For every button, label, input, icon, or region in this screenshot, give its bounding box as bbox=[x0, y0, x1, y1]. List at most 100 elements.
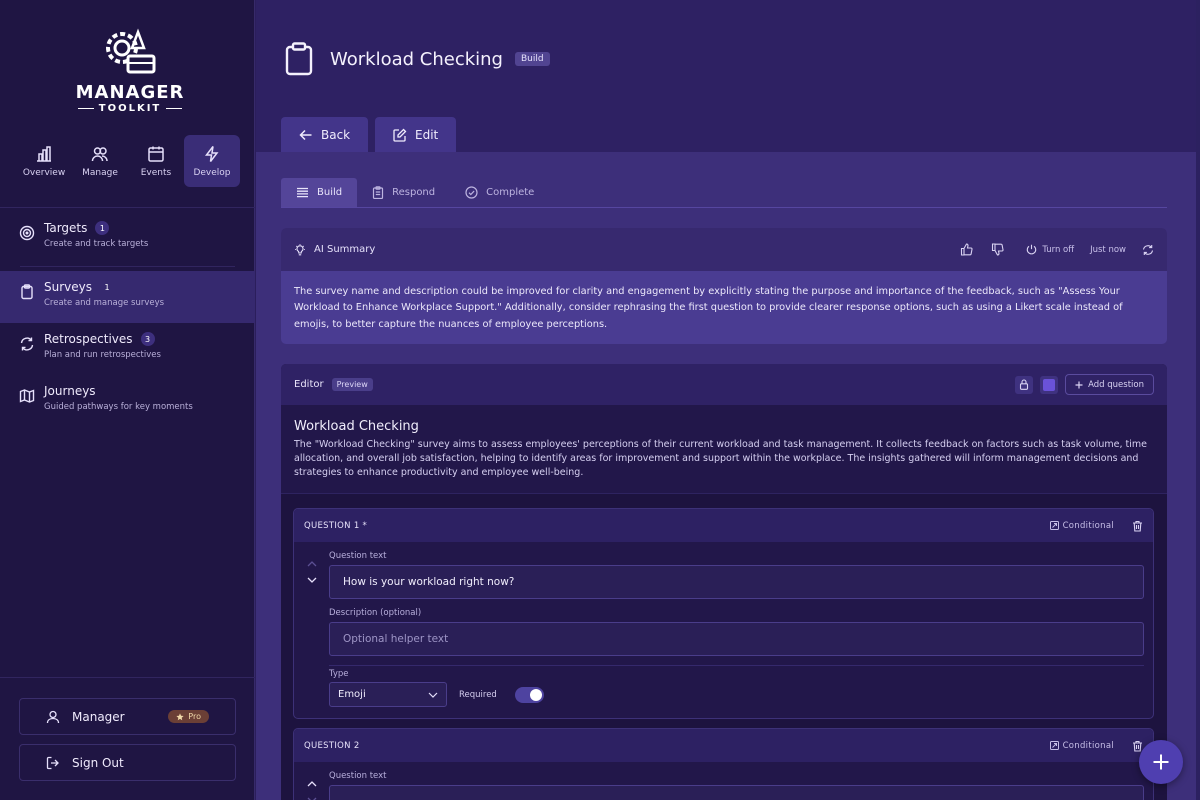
editor-header: Editor Preview Add question bbox=[281, 364, 1167, 405]
sign-out-button[interactable]: Sign Out bbox=[19, 744, 236, 781]
target-icon bbox=[19, 225, 35, 241]
color-swatch bbox=[1043, 378, 1056, 391]
sidebar-item-surveys[interactable]: Surveys 1 Create and manage surveys bbox=[0, 271, 255, 323]
question-body: Question text How is your workload right… bbox=[294, 551, 1153, 707]
count-badge: 1 bbox=[104, 282, 110, 292]
type-label: Type bbox=[329, 669, 349, 679]
conditional-icon bbox=[1049, 521, 1059, 530]
add-fab-button[interactable] bbox=[1139, 740, 1183, 784]
question-text-input[interactable]: How is your workload right now? bbox=[329, 565, 1144, 599]
question-header: QUESTION 2 Conditional bbox=[294, 729, 1153, 762]
topnav-label: Events bbox=[140, 167, 172, 178]
ai-summary-title: AI Summary bbox=[314, 244, 376, 255]
add-question-label: Add question bbox=[1088, 379, 1144, 390]
sign-out-icon bbox=[46, 756, 59, 769]
lightning-icon bbox=[204, 145, 219, 162]
tab-complete[interactable]: Complete bbox=[450, 178, 549, 207]
topnav-events[interactable]: Events bbox=[128, 135, 184, 187]
question-text-input[interactable] bbox=[329, 785, 1144, 800]
survey-title: Workload Checking bbox=[294, 419, 419, 434]
user-label: Manager bbox=[72, 709, 125, 724]
question-body: Question text bbox=[294, 771, 1153, 800]
sidebar: MANAGER TOOLKIT Overview Manage Events D… bbox=[0, 0, 255, 800]
users-icon bbox=[91, 146, 108, 161]
required-label: Required bbox=[459, 689, 497, 700]
type-select[interactable]: Emoji bbox=[329, 682, 447, 707]
count-badge: 3 bbox=[140, 332, 155, 346]
conditional-label: Conditional bbox=[1062, 740, 1114, 751]
question-actions: Conditional bbox=[1049, 740, 1143, 752]
add-question-button[interactable]: Add question bbox=[1065, 374, 1154, 395]
question-card-1: QUESTION 1 * Conditional Question text H… bbox=[293, 508, 1154, 719]
tab-respond[interactable]: Respond bbox=[357, 178, 450, 207]
chevron-down-icon bbox=[428, 692, 438, 698]
sidebar-item-label: Targets bbox=[44, 221, 88, 235]
lightbulb-icon bbox=[295, 243, 305, 255]
question-number: QUESTION 1 * bbox=[304, 520, 368, 531]
thumbs-up-icon[interactable] bbox=[960, 243, 973, 256]
turn-off-button[interactable]: Turn off bbox=[1026, 244, 1074, 255]
required-toggle[interactable] bbox=[514, 686, 544, 703]
toolkit-logo-icon bbox=[106, 28, 156, 74]
sidebar-item-targets[interactable]: Targets 1 Create and track targets bbox=[0, 212, 255, 264]
description-label: Description (optional) bbox=[329, 608, 422, 618]
editor-card: Editor Preview Add question Workload Che… bbox=[281, 364, 1167, 800]
chevron-down-icon[interactable] bbox=[307, 577, 317, 583]
toggle-knob bbox=[529, 688, 542, 701]
page-title-row: Workload Checking Build bbox=[284, 42, 550, 76]
star-icon bbox=[176, 712, 184, 720]
sidebar-item-retrospectives[interactable]: Retrospectives 3 Plan and run retrospecti… bbox=[0, 323, 255, 375]
question-header: QUESTION 1 * Conditional bbox=[294, 509, 1153, 542]
plus-icon bbox=[1075, 381, 1083, 388]
clipboard-list-icon bbox=[373, 186, 384, 199]
lock-button[interactable] bbox=[1015, 375, 1034, 394]
ai-summary-header: AI Summary Turn off Just now bbox=[281, 228, 1167, 271]
description-input[interactable]: Optional helper text bbox=[329, 622, 1144, 656]
topnav-manage[interactable]: Manage bbox=[72, 135, 128, 187]
chevron-up-icon[interactable] bbox=[307, 561, 317, 567]
editor-actions: Add question bbox=[1015, 374, 1154, 395]
conditional-button[interactable]: Conditional bbox=[1049, 520, 1114, 531]
preview-badge[interactable]: Preview bbox=[331, 378, 373, 391]
regenerate-icon[interactable] bbox=[1142, 244, 1154, 256]
sidebar-item-journeys[interactable]: Journeys Guided pathways for key moments bbox=[0, 375, 255, 427]
brand-logo[interactable]: MANAGER TOOLKIT bbox=[60, 26, 200, 114]
tab-build[interactable]: Build bbox=[281, 178, 358, 207]
count-badge: 1 bbox=[95, 221, 110, 235]
question-number: QUESTION 2 bbox=[304, 740, 360, 751]
user-profile-button[interactable]: Manager Pro bbox=[19, 698, 236, 735]
conditional-button[interactable]: Conditional bbox=[1049, 740, 1114, 751]
thumbs-down-icon[interactable] bbox=[991, 243, 1004, 256]
chevron-up-icon[interactable] bbox=[307, 781, 317, 787]
edit-button[interactable]: Edit bbox=[375, 117, 457, 152]
type-row: Emoji Required bbox=[329, 682, 1144, 707]
tab-bar: Build Respond Complete bbox=[281, 178, 1167, 208]
question-text-label: Question text bbox=[329, 551, 387, 561]
reorder-controls bbox=[307, 781, 317, 800]
conditional-label: Conditional bbox=[1062, 520, 1114, 531]
sidebar-item-subtitle: Create and manage surveys bbox=[44, 298, 165, 308]
tab-label: Build bbox=[317, 187, 343, 198]
edit-icon bbox=[393, 128, 407, 142]
topnav-overview[interactable]: Overview bbox=[16, 135, 72, 187]
question-text-label: Question text bbox=[329, 771, 387, 781]
turn-off-label: Turn off bbox=[1042, 244, 1075, 255]
ai-summary-card: AI Summary Turn off Just now The survey … bbox=[281, 228, 1167, 344]
trash-icon[interactable] bbox=[1132, 520, 1143, 532]
reorder-controls bbox=[307, 561, 317, 583]
topnav-develop[interactable]: Develop bbox=[184, 135, 240, 187]
page-title: Workload Checking bbox=[330, 48, 503, 70]
back-button[interactable]: Back bbox=[281, 117, 369, 152]
arrow-left-icon bbox=[299, 129, 312, 140]
sidebar-nav: Targets 1 Create and track targets Survey… bbox=[0, 212, 255, 427]
color-swatch-button[interactable] bbox=[1040, 375, 1059, 394]
pro-label: Pro bbox=[188, 712, 201, 721]
sidebar-item-subtitle: Guided pathways for key moments bbox=[44, 402, 193, 412]
topnav-label: Develop bbox=[193, 167, 231, 178]
type-value: Emoji bbox=[338, 689, 366, 700]
ai-summary-text: The survey name and description could be… bbox=[294, 286, 1123, 330]
clipboard-icon bbox=[21, 284, 33, 300]
topnav-label: Overview bbox=[22, 167, 66, 178]
scrollbar[interactable] bbox=[1196, 0, 1200, 800]
bar-chart-icon bbox=[37, 145, 51, 162]
